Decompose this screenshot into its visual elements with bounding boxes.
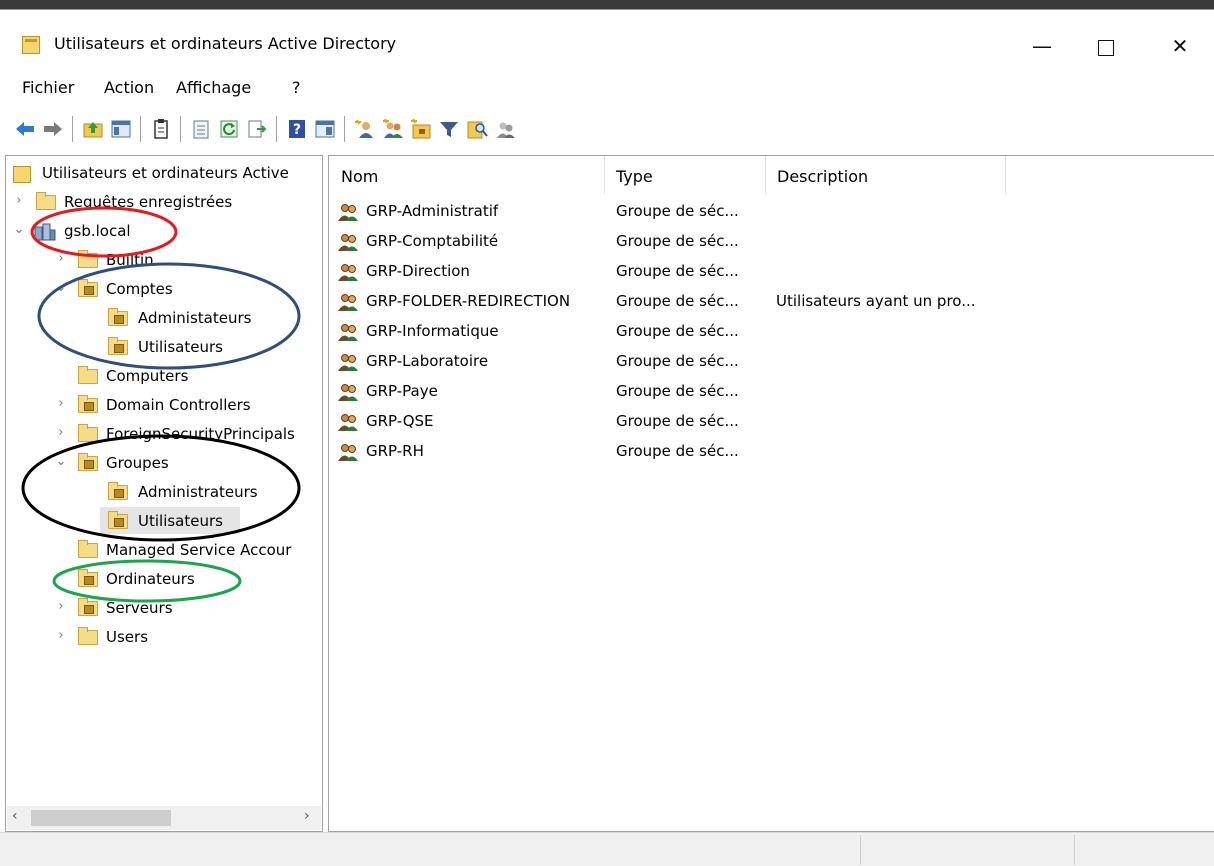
scroll-left-icon[interactable]: ‹ [12,808,18,824]
domain-icon [34,223,56,241]
toolbar-separator [276,116,277,142]
collapse-chevron-icon[interactable]: ⌄ [12,222,26,237]
minimize-button[interactable]: — [1022,28,1062,64]
properties-icon[interactable] [150,118,172,140]
menu-action[interactable]: Action [104,78,154,97]
toolbar-separator [140,116,141,142]
find-icon[interactable] [466,118,488,140]
list-item[interactable]: GRP-Administratif Groupe de séc... [329,197,1209,227]
new-group-icon[interactable] [382,118,404,140]
status-bar [0,832,1214,866]
list-item[interactable]: GRP-RH Groupe de séc... [329,437,1209,467]
toolbar-separator [72,116,73,142]
refresh-icon[interactable] [218,118,240,140]
scroll-right-icon[interactable]: › [304,808,310,824]
folder-icon [78,366,98,384]
ou-folder-icon [78,598,98,616]
folder-icon [78,627,98,645]
show-tree-icon[interactable] [110,118,132,140]
expand-chevron-icon[interactable]: › [54,425,68,440]
expand-chevron-icon[interactable]: › [54,599,68,614]
ou-folder-icon [108,511,128,529]
details-list[interactable]: Nom Type Description GRP-Administratif G… [328,155,1214,832]
window-title: Utilisateurs et ordinateurs Active Direc… [54,34,397,53]
ou-folder-icon [78,395,98,413]
toolbar-separator [180,116,181,142]
folder-icon [78,424,98,442]
navigation-tree[interactable]: Utilisateurs et ordinateurs Active › Req… [5,155,323,832]
ou-folder-icon [78,569,98,587]
filter-icon[interactable] [438,118,460,140]
ou-folder-icon [108,337,128,355]
ou-folder-icon [108,308,128,326]
active-directory-icon [13,166,31,183]
toolbar-separator [344,116,345,142]
ou-folder-icon [78,279,98,297]
list-item[interactable]: GRP-Laboratoire Groupe de séc... [329,347,1209,377]
new-user-icon[interactable] [354,118,376,140]
expand-chevron-icon[interactable]: › [54,251,68,266]
help-icon[interactable]: ? [286,118,308,140]
collapse-chevron-icon[interactable]: ⌄ [54,454,68,469]
add-to-group-icon[interactable] [494,118,516,140]
security-group-icon [338,234,358,251]
column-header-type[interactable]: Type [604,156,765,196]
folder-icon [78,250,98,268]
security-group-icon [338,294,358,311]
status-divider [1074,835,1075,865]
title-bar: Utilisateurs et ordinateurs Active Direc… [0,10,1214,70]
expand-chevron-icon[interactable]: › [12,193,26,208]
console-view-icon[interactable] [314,118,336,140]
list-item[interactable]: GRP-QSE Groupe de séc... [329,407,1209,437]
security-group-icon [338,444,358,461]
menu-affichage[interactable]: Affichage [176,78,251,97]
folder-icon [78,540,98,558]
status-divider [860,835,861,865]
ou-folder-icon [108,482,128,500]
list-item[interactable]: GRP-Direction Groupe de séc... [329,257,1209,287]
list-item[interactable]: GRP-Comptabilité Groupe de séc... [329,227,1209,257]
collapse-chevron-icon[interactable]: ⌄ [54,280,68,295]
export-list-icon[interactable] [246,118,268,140]
security-group-icon [338,324,358,341]
security-group-icon [338,204,358,221]
menu-help[interactable]: ? [292,78,301,97]
column-divider[interactable] [1005,156,1006,194]
list-item[interactable]: GRP-FOLDER-REDIRECTION Groupe de séc... … [329,287,1209,317]
active-directory-app-icon [22,36,40,54]
list-item[interactable]: GRP-Informatique Groupe de séc... [329,317,1209,347]
list-item[interactable]: GRP-Paye Groupe de séc... [329,377,1209,407]
forward-arrow-icon[interactable] [42,118,64,140]
svg-text:?: ? [293,122,301,138]
maximize-button[interactable] [1086,28,1126,64]
folder-icon [36,192,56,210]
column-header-description[interactable]: Description [765,156,1005,196]
window-top-border [0,0,1214,9]
ou-folder-icon [78,453,98,471]
security-group-icon [338,384,358,401]
copy-icon[interactable] [190,118,212,140]
expand-chevron-icon[interactable]: › [54,396,68,411]
column-header-nom[interactable]: Nom [329,156,604,196]
close-button[interactable]: ✕ [1160,28,1200,64]
security-group-icon [338,414,358,431]
menu-bar: Fichier Action Affichage ? [0,70,1214,104]
scroll-thumb[interactable] [31,810,171,826]
maximize-icon [1098,39,1114,56]
security-group-icon [338,354,358,371]
back-arrow-icon[interactable] [14,118,36,140]
up-folder-icon[interactable] [82,118,104,140]
new-ou-icon[interactable] [410,118,432,140]
toolbar: ? [0,104,1214,150]
expand-chevron-icon[interactable]: › [54,628,68,643]
menu-fichier[interactable]: Fichier [22,78,74,97]
tree-horizontal-scrollbar[interactable]: ‹ › [7,806,321,830]
security-group-icon [338,264,358,281]
